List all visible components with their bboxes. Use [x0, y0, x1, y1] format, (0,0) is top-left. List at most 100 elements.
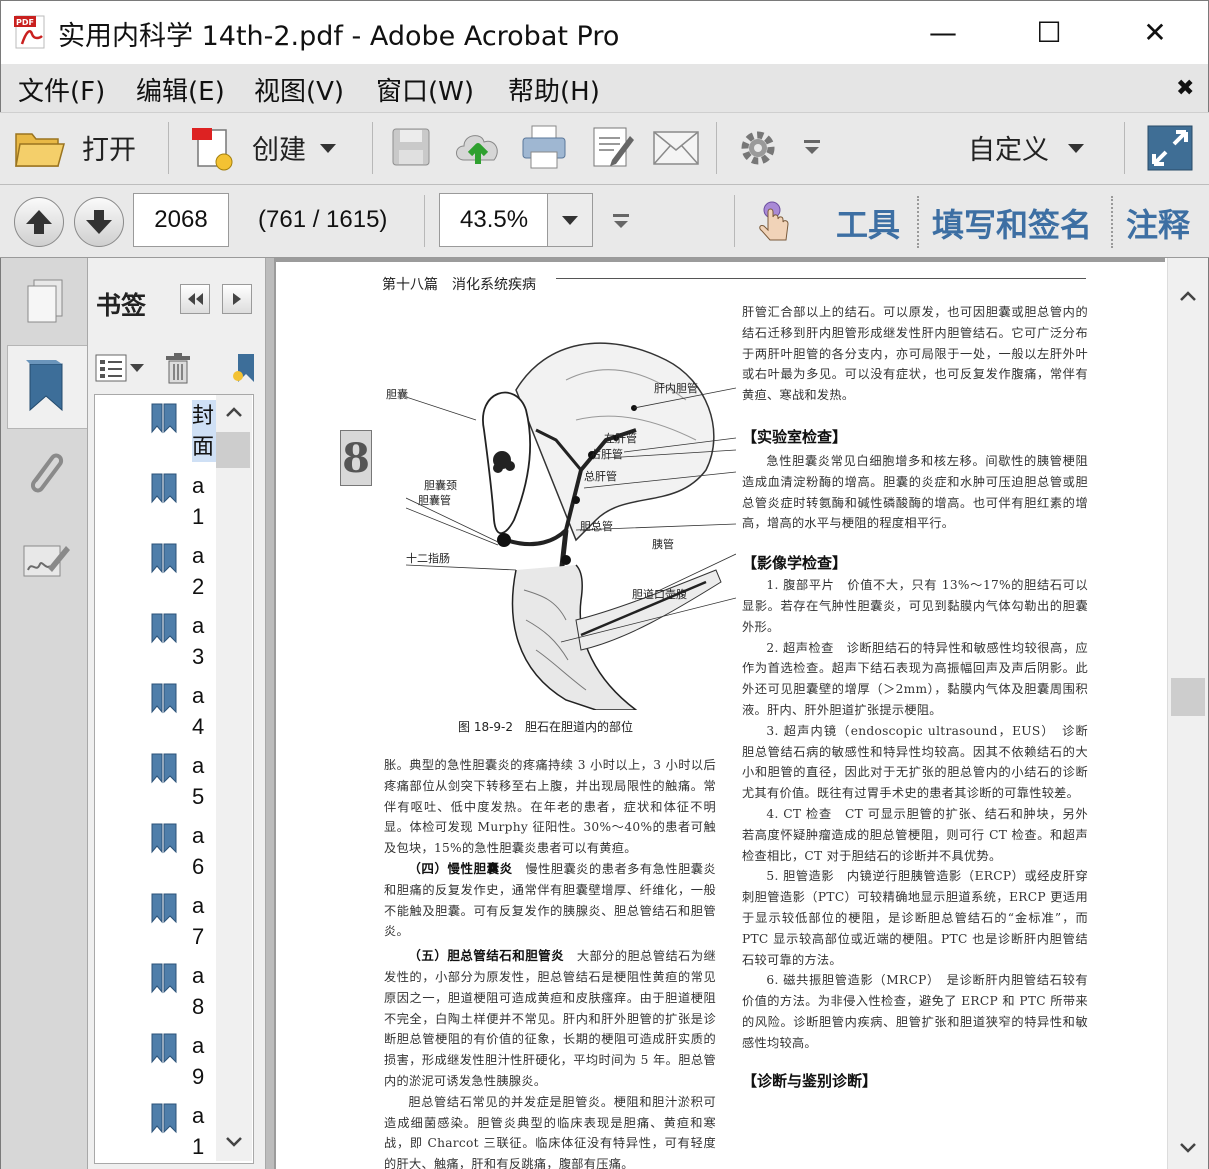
bookmark-item[interactable]: a6: [98, 818, 218, 888]
label-duodenum: 十二指肠: [406, 552, 450, 565]
new-bookmark-icon[interactable]: [232, 352, 254, 384]
attachments-paperclip-icon[interactable]: [22, 448, 68, 498]
signatures-icon[interactable]: [22, 540, 70, 584]
next-page-button[interactable]: [74, 197, 124, 247]
bookmark-label-line: a: [192, 1033, 205, 1058]
bookmark-item[interactable]: 封面: [98, 398, 218, 468]
bookmark-label-line: 封: [192, 403, 215, 428]
print-icon[interactable]: [520, 124, 568, 170]
bookmark-label-line: a: [192, 753, 205, 778]
section-heading: （四）慢性胆囊炎: [408, 860, 513, 876]
open-button[interactable]: 打开: [10, 122, 150, 174]
bookmark-item[interactable]: a7: [98, 888, 218, 958]
save-icon[interactable]: [390, 126, 432, 168]
label-right-hepatic-duct: 右肝管: [590, 448, 623, 461]
bookmark-label-line: a: [192, 1103, 205, 1128]
page-header: 第十八篇 消化系统疾病: [382, 277, 536, 293]
create-dropdown-icon: [320, 144, 336, 153]
minimize-button[interactable]: —: [890, 0, 996, 64]
bile-duct-anatomy-figure: [406, 342, 736, 710]
open-label: 打开: [82, 135, 136, 166]
tools-pane-button[interactable]: 工具: [836, 200, 900, 246]
bookmark-item[interactable]: a1: [98, 468, 218, 538]
bookmark-item-icon: [151, 473, 177, 504]
zoom-dropdown-icon: [562, 216, 578, 225]
cloud-upload-icon[interactable]: [452, 124, 504, 170]
zoom-dropdown-button[interactable]: [547, 194, 592, 246]
menu-file[interactable]: 文件(F): [18, 71, 105, 108]
bookmarks-scrollbar[interactable]: [216, 395, 252, 1161]
menu-edit[interactable]: 编辑(E): [136, 71, 225, 108]
close-window-button[interactable]: ✕: [1102, 0, 1208, 64]
pdf-page: 第十八篇 消化系统疾病 8 胆囊 肝内胆管 左肝管 右肝管 总肝管 胆囊颈 胆囊…: [276, 262, 1165, 1169]
toolbar-separator: [1124, 122, 1125, 174]
bookmark-item-label: a9: [192, 1030, 216, 1092]
edit-document-icon[interactable]: [590, 124, 636, 170]
scroll-down-icon[interactable]: [1178, 1140, 1198, 1156]
paragraph: 4. CT 检查 CT 可显示胆管的扩张、结石和肿块，另外若高度怀疑肿瘤造成的胆…: [742, 806, 1088, 863]
bookmarks-tab[interactable]: [7, 345, 87, 429]
paragraph: 1. 腹部平片 价值不大，只有 13%～17%的胆结石可以显影。若存在气肿性胆囊…: [742, 578, 1088, 634]
bookmark-icon: [26, 360, 63, 412]
page-number-input[interactable]: 2068: [133, 193, 229, 247]
bookmark-item-label: a1: [192, 470, 216, 532]
nav-options-icon[interactable]: [611, 212, 631, 230]
scroll-up-icon[interactable]: [224, 404, 244, 420]
bookmark-label-line: 2: [192, 574, 205, 599]
bookmark-item[interactable]: a9: [98, 1028, 218, 1098]
scroll-up-icon[interactable]: [1178, 288, 1198, 304]
bookmark-label-line: 4: [192, 714, 205, 739]
close-document-button[interactable]: ✖: [1176, 76, 1194, 101]
bookmark-item-label: a7: [192, 890, 216, 952]
imaging-heading: 【影像学检查】: [742, 554, 848, 573]
touch-mode-hand-icon[interactable]: [754, 200, 794, 244]
paragraph: 胀。典型的急性胆囊炎的疼痛持续 3 小时以上，3 小时以后疼痛部位从剑突下转移至…: [384, 758, 716, 856]
bookmark-item[interactable]: a8: [98, 958, 218, 1028]
bookmark-label-line: 面: [192, 434, 215, 459]
page-count: (761 / 1615): [258, 206, 388, 233]
customize-button[interactable]: 自定义: [960, 122, 1100, 174]
bookmarks-scroll-thumb[interactable]: [216, 432, 250, 468]
menu-help[interactable]: 帮助(H): [508, 71, 600, 108]
bookmark-item[interactable]: a3: [98, 608, 218, 678]
label-left-hepatic-duct: 左肝管: [604, 432, 637, 445]
delete-bookmark-trash-icon[interactable]: [164, 352, 192, 384]
label-common-bile-duct: 胆总管: [580, 520, 613, 533]
bookmark-item-label: a2: [192, 540, 216, 602]
scroll-down-icon[interactable]: [224, 1134, 244, 1150]
lab-tests-heading: 【实验室检查】: [742, 427, 848, 446]
bookmark-item[interactable]: a4: [98, 678, 218, 748]
chevron-right-icon: [233, 293, 241, 305]
toolbar-separator: [734, 195, 735, 247]
arrow-up-icon: [26, 210, 52, 234]
page-thumbnails-icon[interactable]: [22, 276, 68, 324]
comment-pane-button[interactable]: 注释: [1126, 200, 1190, 246]
bookmark-options-icon[interactable]: [94, 352, 146, 384]
bookmark-item[interactable]: a2: [98, 538, 218, 608]
full-screen-icon[interactable]: [1146, 124, 1194, 172]
bookmark-item[interactable]: a1: [98, 1098, 218, 1168]
bookmark-label-line: a: [192, 893, 205, 918]
fill-sign-pane-button[interactable]: 填写和签名: [932, 200, 1092, 246]
bookmark-item-icon: [151, 403, 177, 434]
bookmark-label-line: 5: [192, 784, 205, 809]
email-icon[interactable]: [652, 130, 700, 166]
label-intrahepatic-duct: 肝内胆管: [654, 382, 698, 395]
previous-page-button[interactable]: [14, 197, 64, 247]
settings-gear-icon[interactable]: [738, 128, 778, 168]
panel-splitter[interactable]: [266, 258, 274, 1169]
toolbar-separator: [424, 195, 425, 247]
bookmark-item[interactable]: a5: [98, 748, 218, 818]
label-cystic-duct: 胆囊管: [418, 494, 451, 507]
expand-panel-button[interactable]: [222, 284, 252, 314]
document-scroll-thumb[interactable]: [1171, 678, 1205, 716]
create-button[interactable]: 创建: [186, 122, 346, 174]
paragraph: 2. 超声检查 诊断胆结石的特异性和敏感性均较很高，应作为首选检查。超声下结石表…: [742, 640, 1088, 717]
menu-window[interactable]: 窗口(W): [376, 71, 474, 108]
create-label: 创建: [252, 135, 306, 166]
collapse-panel-button[interactable]: [180, 284, 210, 314]
bookmarks-title: 书签: [96, 291, 147, 320]
maximize-button[interactable]: ☐: [996, 0, 1102, 64]
toolbar-options-icon[interactable]: [802, 138, 822, 156]
menu-view[interactable]: 视图(V): [254, 71, 344, 108]
